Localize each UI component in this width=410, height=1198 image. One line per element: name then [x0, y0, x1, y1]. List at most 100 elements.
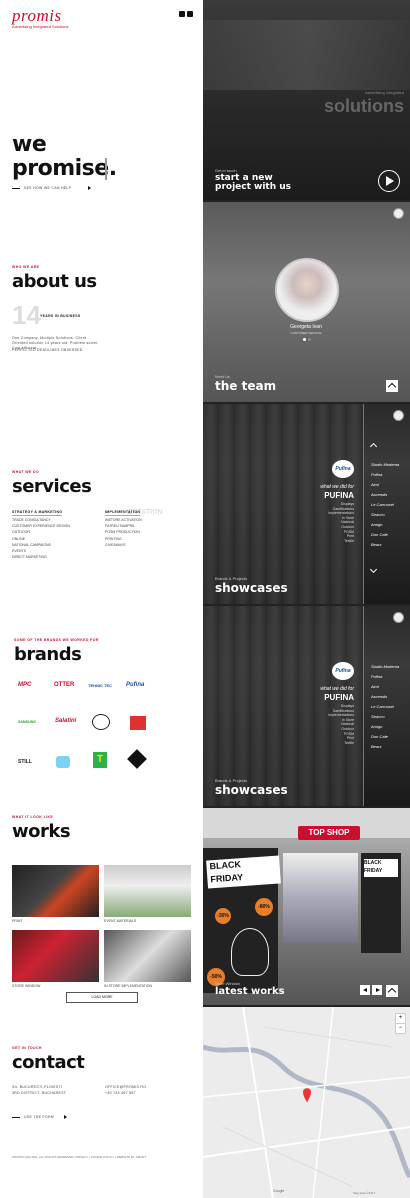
- work-label: STORE WINDOW: [12, 984, 41, 988]
- list-item: GIVEAWAYS: [105, 542, 126, 547]
- chevron-up-icon[interactable]: [369, 442, 378, 451]
- river: [203, 1044, 410, 1179]
- services-col1-head: STRATEGY & MARKETING: [12, 510, 63, 514]
- services-col2-list: INSTORE ACTIVATION PATREU SAMPRIL POSM P…: [105, 518, 142, 549]
- brand-logo-tehnic: TEHNIC TEC: [88, 683, 112, 688]
- work-label: EVENT MATERIALS: [104, 919, 137, 923]
- arrow-right-icon[interactable]: [88, 186, 91, 190]
- road: [203, 1126, 410, 1158]
- brand-nav-item[interactable]: Amigo: [371, 522, 399, 527]
- brand-nav-item[interactable]: Don Cafe: [371, 532, 399, 537]
- brands-nav: Studio Moderna Pufina Aimi Ascendis Le C…: [371, 462, 399, 552]
- brands-kicker: SOME OF THE BRANDS WE WORKED FOR: [14, 638, 99, 642]
- brand-nav-item[interactable]: Le Carrousel: [371, 704, 399, 709]
- map-panel[interactable]: + − Google Map data ©2017: [203, 1007, 410, 1198]
- works-panel: TOP SHOP BLACK FRIDAY -30% -50% -80% BLA…: [203, 808, 410, 1005]
- brand-logo-otter: OTTER: [54, 682, 75, 688]
- brand-nav-item[interactable]: Ascendis: [371, 492, 399, 497]
- brand-nav-item[interactable]: Bearz: [371, 744, 399, 749]
- work-thumb-event[interactable]: [104, 865, 191, 917]
- brand-nav-item[interactable]: Pufina: [371, 472, 399, 477]
- work-thumb-instore[interactable]: [104, 930, 191, 982]
- chevron-up-icon: [387, 382, 397, 392]
- brand-nav-item[interactable]: Stracco: [371, 714, 399, 719]
- banner-line: BLACK: [364, 860, 382, 866]
- about-title: about us: [12, 271, 97, 292]
- team-title: the team: [215, 379, 277, 393]
- contact-address-2: 3RD DISTRICT, BUCHAREST: [12, 1091, 67, 1095]
- play-button[interactable]: [378, 170, 400, 192]
- logo[interactable]: promis: [12, 6, 62, 26]
- brand-nav-item[interactable]: Aimi: [371, 482, 399, 487]
- logo-tagline: Advertising Integrated Solutions: [12, 24, 69, 29]
- about-text-2: PERFECTED DEADLINES OBSESSED: [12, 348, 83, 352]
- years-label: YEARS IN BUSINESS: [40, 314, 81, 318]
- brand-logo-samsung: SAMSUNG: [18, 720, 36, 724]
- contact-email[interactable]: OFFICE@PROMIS.RO: [105, 1085, 146, 1089]
- chevron-up-button[interactable]: [386, 985, 398, 997]
- chevron-down-icon[interactable]: [369, 565, 378, 574]
- hero-cta[interactable]: SEE HOW WE CAN HELP: [24, 186, 71, 190]
- youtube-icon[interactable]: [187, 11, 193, 17]
- brand-logo-mpc: MPC: [18, 682, 32, 688]
- brand-nav-item[interactable]: Aimi: [371, 684, 399, 689]
- list-item: TRADE CONSULTANCY: [12, 518, 51, 522]
- chevron-up-button[interactable]: [386, 380, 398, 392]
- text-cursor: [105, 158, 107, 180]
- services-col2-head: IMPLEMENTATION: [105, 510, 141, 514]
- brand-nav-item[interactable]: Le Carrousel: [371, 502, 399, 507]
- services-kicker: WHAT WE DO: [12, 470, 40, 474]
- client-what: what we did for: [320, 686, 354, 692]
- menu-icon[interactable]: [393, 612, 404, 623]
- brand-nav-item[interactable]: Ascendis: [371, 694, 399, 699]
- avatar: [275, 258, 339, 322]
- solutions-watermark: solutions: [324, 96, 404, 116]
- brand-logo-circle: [92, 714, 110, 730]
- map-attribution[interactable]: Map data ©2017: [353, 1191, 375, 1195]
- list-item: OUTDOOR: [12, 530, 30, 535]
- hero-line-2: promise.: [12, 156, 117, 181]
- facebook-icon[interactable]: [179, 11, 185, 17]
- cta-line: [12, 188, 20, 189]
- banner-line: FRIDAY: [364, 868, 383, 874]
- client-name: PUFINA: [324, 491, 354, 500]
- cat-illustration: [231, 928, 269, 976]
- zoom-out-button[interactable]: −: [395, 1023, 406, 1034]
- map-svg[interactable]: [203, 1007, 410, 1198]
- client-logo: Pufina: [332, 662, 354, 680]
- brand-nav-item[interactable]: Studio Moderna: [371, 664, 399, 669]
- brand-nav-item[interactable]: Stracco: [371, 512, 399, 517]
- brand-nav-item[interactable]: Pufina: [371, 674, 399, 679]
- work-thumb-window[interactable]: [12, 930, 99, 982]
- works-kicker: WHAT IT LOOK LIKE: [12, 815, 54, 819]
- work-thumb-print[interactable]: [12, 865, 99, 917]
- load-more-button[interactable]: LOAD MORE: [66, 992, 138, 1003]
- brand-nav-item[interactable]: Studio Moderna: [371, 462, 399, 467]
- slider-dot[interactable]: [303, 338, 306, 341]
- contact-address-1: Str. BUCURESTI-PLOIESTI: [12, 1085, 63, 1089]
- arrow-right-icon: [375, 987, 380, 992]
- list-item: CUSTOMER EXPERIENCE DESIGN: [12, 524, 70, 529]
- arrow-right-icon[interactable]: [64, 1115, 67, 1119]
- discount-badge: -80%: [255, 898, 273, 916]
- client-logo: Pufina: [332, 460, 354, 478]
- list-item: Textile: [344, 538, 354, 543]
- slider-dot[interactable]: [308, 338, 311, 341]
- menu-icon[interactable]: [393, 410, 404, 421]
- cta-line: [12, 1117, 20, 1118]
- brand-nav-item[interactable]: Amigo: [371, 724, 399, 729]
- brand-nav-item[interactable]: Don Cafe: [371, 734, 399, 739]
- next-button[interactable]: [372, 985, 382, 995]
- brand-nav-item[interactable]: Bearz: [371, 542, 399, 547]
- map-marker-icon[interactable]: [303, 1088, 311, 1103]
- menu-icon[interactable]: [393, 208, 404, 219]
- arrow-left-icon: [363, 987, 367, 992]
- list-item: INSTORE ACTIVATION: [105, 518, 142, 522]
- contact-cta[interactable]: USE THE FORM: [24, 1115, 54, 1119]
- brand-logo-salatini: Salatini: [55, 718, 77, 724]
- right-column: Advertising Integrated solutions Get in …: [203, 0, 410, 1198]
- prev-button[interactable]: [360, 985, 370, 995]
- contact-phone[interactable]: +40 744 467 557: [105, 1091, 136, 1095]
- solutions-small: Advertising Integrated: [365, 90, 404, 95]
- list-item: EVENTS: [12, 548, 27, 553]
